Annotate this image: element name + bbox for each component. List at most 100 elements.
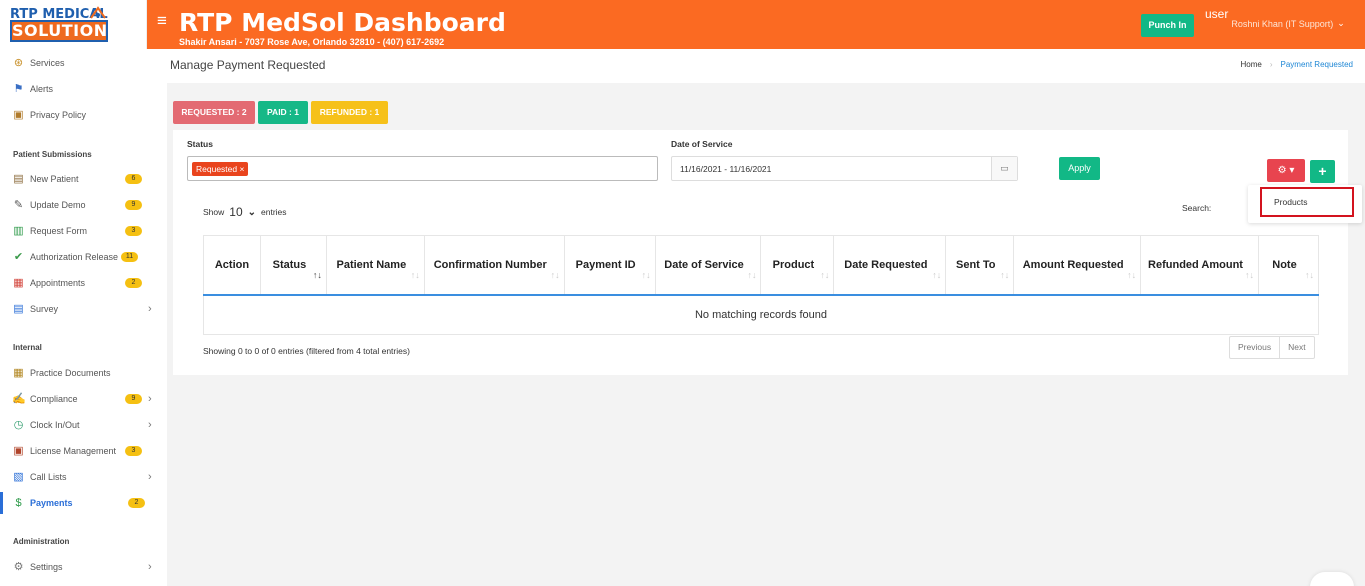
calendar-icon[interactable]: ▭	[991, 157, 1017, 180]
chevron-down-icon: ⌄	[1337, 18, 1345, 28]
practice-address: Shakir Ansari - 7037 Rose Ave, Orlando 3…	[179, 37, 445, 47]
count-badge: 6	[125, 174, 142, 184]
breadcrumb-home[interactable]: Home	[1240, 60, 1261, 69]
tab-refunded[interactable]: REFUNDED : 1	[311, 101, 388, 124]
user-menu[interactable]: user Roshni Khan (IT Support) ⌄	[1205, 8, 1345, 29]
clock-icon: ◷	[13, 418, 24, 431]
sidebar-item-call-lists[interactable]: ▧ Call Lists ›	[0, 466, 167, 488]
sidebar-item-label: Update Demo	[30, 200, 86, 210]
column-note[interactable]: Note ↑↓	[1257, 235, 1320, 296]
count-badge: 9	[125, 200, 142, 210]
settings-dropdown-button[interactable]: ⚙ ▾	[1267, 159, 1305, 182]
sort-icon: ↑↓	[1305, 270, 1314, 280]
sidebar-item-survey[interactable]: ▤ Survey ›	[0, 298, 167, 320]
column-patient-name[interactable]: Patient Name ↑↓	[325, 235, 425, 296]
sidebar-item-label: Appointments	[30, 278, 86, 288]
sidebar-item-payments[interactable]: $ Payments 2	[0, 492, 167, 514]
compliance-icon: ✍	[12, 392, 26, 405]
breadcrumb-separator: ›	[1269, 60, 1273, 69]
punch-in-button[interactable]: Punch In	[1141, 14, 1194, 37]
count-badge: 2	[128, 498, 145, 508]
section-internal: Internal	[13, 343, 42, 352]
documents-icon: ▦	[13, 366, 24, 379]
sidebar-item-clock-in-out[interactable]: ◷ Clock In/Out ›	[0, 414, 167, 436]
services-icon: ⊛	[13, 56, 24, 69]
column-status[interactable]: Status ↑↓	[259, 235, 327, 296]
page-size-select[interactable]: 10	[229, 205, 242, 219]
apply-button[interactable]: Apply	[1059, 157, 1100, 180]
show-label: Show	[203, 207, 225, 217]
sidebar-item-privacy-policy[interactable]: ▣ Privacy Policy	[0, 104, 167, 126]
sort-icon: ↑↓	[550, 270, 560, 280]
date-range-input[interactable]: 11/16/2021 - 11/16/2021 ▭	[671, 156, 1018, 181]
column-sent-to[interactable]: Sent To ↑↓	[945, 235, 1014, 296]
count-badge: 3	[125, 446, 142, 456]
menu-toggle-icon[interactable]: ≡	[157, 12, 167, 29]
sidebar-item-label: Privacy Policy	[30, 110, 87, 120]
column-date-of-service[interactable]: Date of Service ↑↓	[654, 235, 761, 296]
sidebar-item-authorization-release[interactable]: ✔ Authorization Release 11	[0, 246, 167, 268]
sidebar-item-alerts[interactable]: ⚑ Alerts	[0, 78, 167, 100]
sidebar-item-license-management[interactable]: ▣ License Management 3	[0, 440, 167, 462]
sidebar-item-services[interactable]: ⊛ Services	[0, 52, 167, 74]
chevron-right-icon: ›	[148, 561, 152, 573]
sidebar-item-compliance[interactable]: ✍ Compliance 9 ›	[0, 388, 167, 410]
chat-widget-button[interactable]	[1310, 572, 1354, 586]
sidebar-item-appointments[interactable]: ▦ Appointments 2	[0, 272, 167, 294]
dropdown-item-products[interactable]: Products	[1260, 187, 1354, 217]
next-button[interactable]: Next	[1279, 337, 1313, 358]
sidebar-item-label: Payments	[30, 498, 73, 508]
sort-icon: ↑↓	[1127, 270, 1137, 280]
sidebar-item-label: Request Form	[30, 226, 88, 236]
date-range-value: 11/16/2021 - 11/16/2021	[680, 164, 772, 174]
column-payment-id[interactable]: Payment ID ↑↓	[563, 235, 656, 296]
page-title: Manage Payment Requested	[170, 58, 326, 72]
breadcrumb: Home › Payment Requested	[1240, 60, 1353, 69]
chevron-right-icon: ›	[148, 471, 152, 483]
section-patient-submissions: Patient Submissions	[13, 150, 92, 159]
column-amount-requested[interactable]: Amount Requested ↑↓	[1013, 235, 1141, 296]
page-length-control: Show 10 ⌄ entries	[203, 205, 287, 219]
payments-table: Action Status ↑↓ Patient Name ↑↓ Confirmat…	[203, 235, 1320, 335]
column-product[interactable]: Product ↑↓	[760, 235, 834, 296]
pagination: Previous Next	[1229, 336, 1315, 359]
logo-line2: SOLUTION	[10, 20, 108, 42]
column-label: Product	[772, 258, 815, 271]
settings-icon: ⚙	[13, 560, 24, 573]
sidebar-item-settings[interactable]: ⚙ Settings ›	[0, 556, 167, 578]
chevron-right-icon: ›	[148, 303, 152, 315]
status-select[interactable]: Requested ×	[187, 156, 658, 181]
chevron-down-icon[interactable]: ⌄	[248, 207, 256, 218]
column-refunded-amount[interactable]: Refunded Amount ↑↓	[1140, 235, 1259, 296]
clipboard-icon: ▤	[13, 172, 24, 185]
breadcrumb-current: Payment Requested	[1280, 60, 1354, 69]
status-chip-requested[interactable]: Requested ×	[192, 162, 249, 176]
sidebar-item-new-patient[interactable]: ▤ New Patient 6	[0, 168, 167, 190]
edit-icon: ✎	[13, 198, 24, 211]
logo[interactable]: RTP MEDICAL SOLUTION	[0, 0, 147, 49]
survey-icon: ▤	[13, 302, 24, 315]
sort-icon: ↑↓	[1244, 270, 1254, 280]
calendar-icon: ▦	[13, 276, 24, 289]
sidebar-item-label: Compliance	[30, 394, 78, 404]
column-label: Patient Name	[336, 258, 407, 271]
sidebar-item-request-form[interactable]: ▥ Request Form 3	[0, 220, 167, 242]
tab-requested[interactable]: REQUESTED : 2	[173, 101, 255, 124]
column-confirmation-number[interactable]: Confirmation Number ↑↓	[423, 235, 565, 296]
chevron-right-icon: ›	[148, 393, 152, 405]
page-header: Manage Payment Requested Home › Payment …	[167, 49, 1365, 83]
sidebar-item-update-demo[interactable]: ✎ Update Demo 9	[0, 194, 167, 216]
alerts-icon: ⚑	[13, 82, 24, 95]
sidebar-item-label: Services	[30, 58, 65, 68]
sidebar-item-practice-documents[interactable]: ▦ Practice Documents	[0, 362, 167, 384]
settings-dropdown-menu: Products	[1248, 185, 1362, 223]
app-title: RTP MedSol Dashboard	[179, 8, 506, 37]
column-date-requested[interactable]: Date Requested ↑↓	[833, 235, 946, 296]
add-button[interactable]: +	[1310, 160, 1335, 183]
sidebar-item-label: Clock In/Out	[30, 420, 80, 430]
sort-icon: ↑↓	[410, 270, 420, 280]
section-administration: Administration	[13, 537, 70, 546]
user-name: Roshni Khan (IT Support)	[1231, 19, 1334, 29]
previous-button[interactable]: Previous	[1230, 337, 1279, 358]
tab-paid[interactable]: PAID : 1	[258, 101, 308, 124]
